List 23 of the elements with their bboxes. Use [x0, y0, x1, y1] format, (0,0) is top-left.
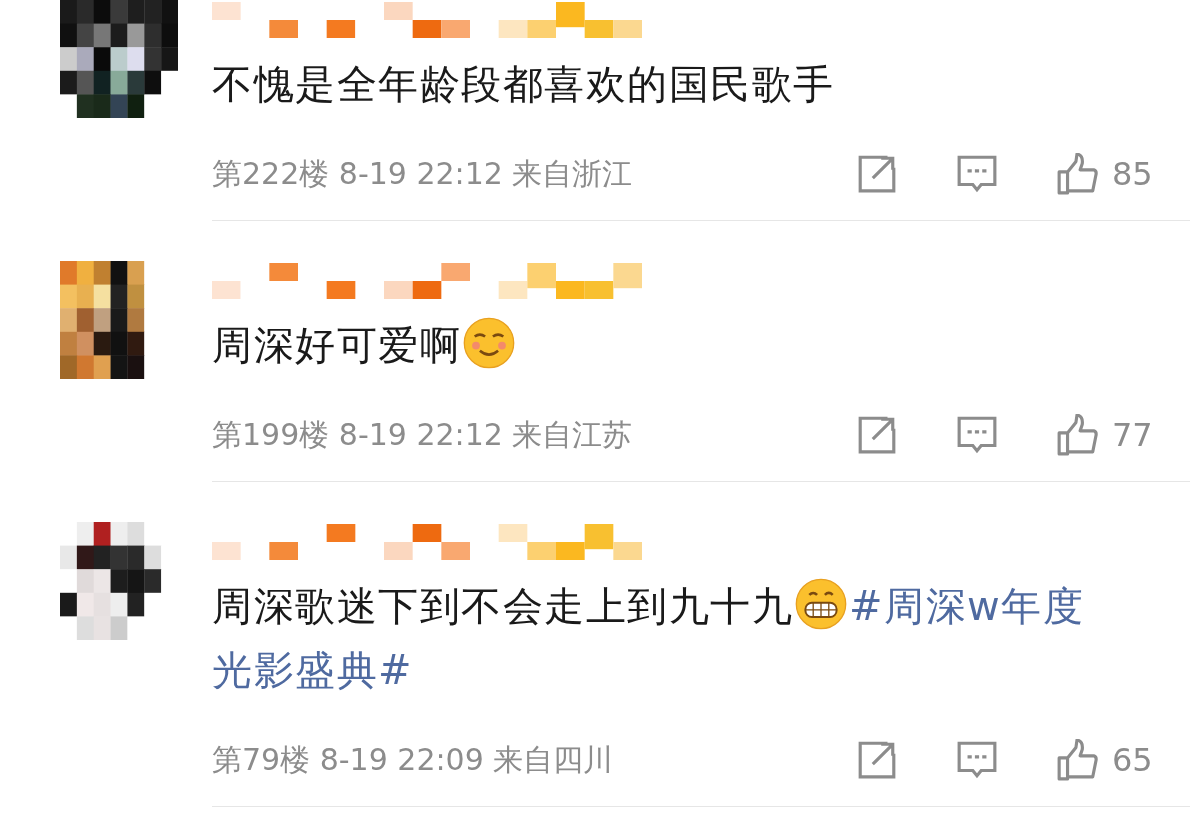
thumbs-up-icon[interactable]: [1056, 414, 1098, 456]
share-icon[interactable]: [856, 414, 898, 456]
comment-icon[interactable]: [956, 739, 998, 781]
smiling-emoji-icon: [463, 317, 515, 369]
thumbs-up-icon[interactable]: [1056, 153, 1098, 195]
hashtag-link[interactable]: #周深w年度: [849, 583, 1085, 629]
grinning-emoji-icon: [795, 578, 847, 630]
comment-icon[interactable]: [956, 153, 998, 195]
comment-meta: 第79楼 8-19 22:09 来自四川: [212, 740, 615, 779]
comment-text: 周深好可爱啊: [212, 313, 1152, 377]
comment-icon[interactable]: [956, 414, 998, 456]
avatar[interactable]: [60, 0, 178, 118]
hashtag-link[interactable]: 光影盛典#: [212, 647, 413, 693]
comment-text: 不愧是全年龄段都喜欢的国民歌手: [212, 60, 836, 109]
share-icon[interactable]: [856, 739, 898, 781]
comment-text: 周深歌迷下到不会走上到九十九 #周深w年度 光影盛典#: [212, 574, 1152, 702]
comment-meta: 第222楼 8-19 22:12 来自浙江: [212, 154, 634, 193]
share-icon[interactable]: [856, 153, 898, 195]
comment-meta: 第199楼 8-19 22:12 来自江苏: [212, 415, 634, 454]
like-count: 65: [1112, 741, 1154, 779]
thumbs-up-icon[interactable]: [1056, 739, 1098, 781]
like-count: 77: [1112, 416, 1154, 454]
like-count: 85: [1112, 155, 1154, 193]
